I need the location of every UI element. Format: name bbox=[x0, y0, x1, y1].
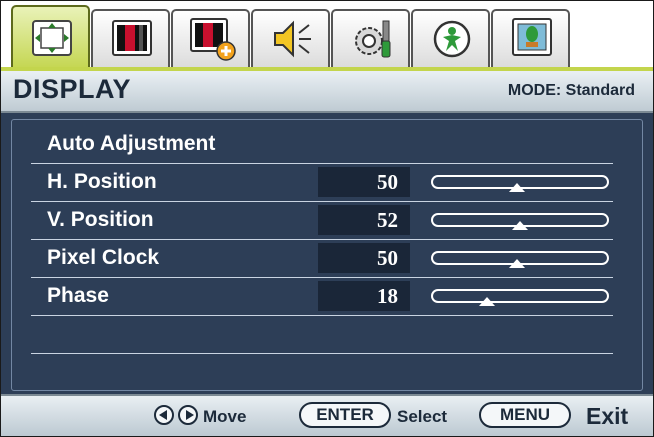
menu-item-auto-adjustment[interactable]: Auto Adjustment bbox=[31, 125, 613, 164]
value-box: 50 bbox=[318, 243, 410, 273]
arrow-right-icon bbox=[186, 410, 194, 420]
menu-item-label: Pixel Clock bbox=[47, 246, 160, 269]
tab-bar bbox=[1, 1, 653, 71]
pixel-clock-value: 50 bbox=[377, 246, 398, 270]
slider-thumb[interactable] bbox=[511, 221, 528, 230]
pixel-clock-slider[interactable] bbox=[431, 251, 609, 268]
exit-hint: Exit bbox=[586, 403, 629, 429]
tab-system[interactable] bbox=[331, 9, 410, 67]
control-hints: Move ENTER Select MENU Exit bbox=[1, 394, 653, 436]
menu-item-label: Auto Adjustment bbox=[47, 132, 216, 155]
value-box: 52 bbox=[318, 205, 410, 235]
menu-header: DISPLAY MODE: Standard bbox=[1, 71, 653, 113]
tab-display[interactable] bbox=[11, 5, 90, 71]
left-button[interactable] bbox=[154, 405, 174, 425]
page-title: DISPLAY bbox=[13, 74, 132, 104]
menu-item-v-position[interactable]: V. Position 52 bbox=[31, 201, 613, 240]
tab-picture[interactable] bbox=[91, 9, 170, 67]
settings-panel: Auto Adjustment H. Position 50 V. Positi… bbox=[1, 113, 653, 394]
tab-picture-advanced[interactable] bbox=[171, 9, 250, 67]
value-box: 50 bbox=[318, 167, 410, 197]
menu-item-phase[interactable]: Phase 18 bbox=[31, 277, 613, 316]
picture-advanced-icon bbox=[190, 18, 236, 61]
save-settings-icon bbox=[512, 18, 552, 56]
osd-menu: DISPLAY MODE: Standard Auto Adjustment H… bbox=[0, 0, 654, 437]
tab-save-settings[interactable] bbox=[491, 9, 570, 67]
picture-icon bbox=[112, 20, 152, 56]
menu-item-label: H. Position bbox=[47, 170, 157, 193]
slider-thumb[interactable] bbox=[509, 183, 525, 192]
right-button[interactable] bbox=[178, 405, 198, 425]
h-position-value: 50 bbox=[377, 170, 398, 194]
value-box: 18 bbox=[318, 281, 410, 311]
enter-button[interactable]: ENTER bbox=[299, 402, 391, 428]
mode-indicator: MODE: Standard bbox=[507, 82, 635, 99]
menu-item-label: V. Position bbox=[47, 208, 154, 231]
phase-value: 18 bbox=[377, 284, 398, 308]
eco-icon bbox=[433, 20, 471, 58]
v-position-slider[interactable] bbox=[431, 213, 609, 230]
menu-button[interactable]: MENU bbox=[479, 402, 571, 428]
h-position-slider[interactable] bbox=[431, 175, 609, 192]
tab-audio[interactable] bbox=[251, 9, 330, 67]
v-position-value: 52 bbox=[377, 208, 398, 232]
menu-item-label: Phase bbox=[47, 284, 109, 307]
tab-eco[interactable] bbox=[411, 9, 490, 67]
divider bbox=[31, 353, 613, 354]
move-hint: Move bbox=[203, 407, 247, 426]
phase-slider[interactable] bbox=[431, 289, 609, 306]
display-position-icon bbox=[32, 20, 72, 56]
arrow-left-icon bbox=[159, 410, 167, 420]
slider-thumb[interactable] bbox=[509, 259, 525, 268]
select-hint: Select bbox=[397, 407, 448, 426]
system-settings-icon bbox=[355, 20, 391, 58]
slider-track bbox=[431, 289, 609, 303]
slider-thumb[interactable] bbox=[479, 297, 495, 306]
audio-icon bbox=[274, 20, 311, 58]
menu-item-h-position[interactable]: H. Position 50 bbox=[31, 163, 613, 202]
menu-item-pixel-clock[interactable]: Pixel Clock 50 bbox=[31, 239, 613, 278]
